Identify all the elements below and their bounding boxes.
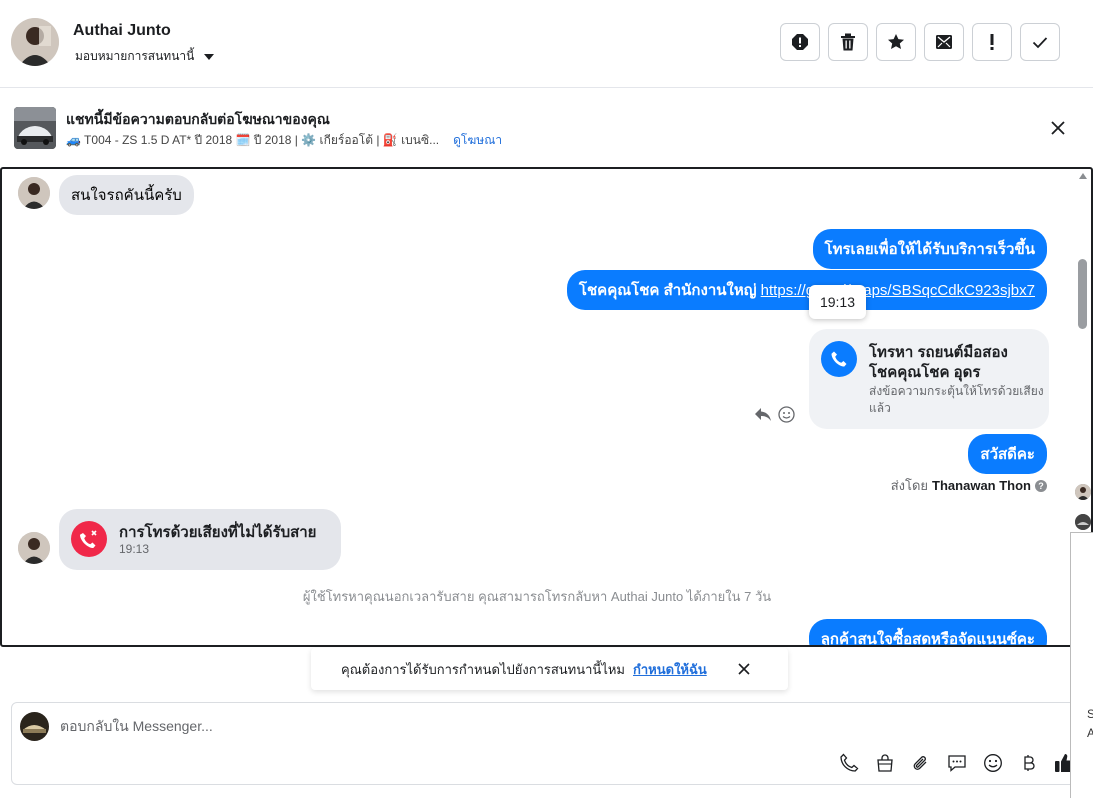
checkmark-icon (1032, 37, 1048, 49)
outgoing-message[interactable]: สวัสดีคะ (968, 434, 1047, 474)
baht-icon (1024, 755, 1035, 771)
mark-spam-button[interactable] (780, 23, 820, 61)
call-card-title: โทรหา รถยนต์มือสอง โชคคุณโชค อุดร (869, 344, 1008, 381)
view-ad-link[interactable]: ดูโฆษณา (453, 131, 502, 150)
saved-replies-icon (948, 755, 966, 772)
reminder-text: คุณต้องการได้รับการกำหนดไปยังการสนทนานี้… (341, 661, 625, 677)
assign-to-me-link[interactable]: กำหนดให้ฉัน (633, 659, 707, 680)
emoji-icon (984, 754, 1002, 772)
close-banner-button[interactable] (1049, 119, 1067, 137)
call-cta-card[interactable]: โทรหา รถยนต์มือสอง โชคคุณโชค อุดร ส่งข้อ… (809, 329, 1049, 429)
page-avatar (20, 712, 49, 741)
trash-icon (841, 33, 855, 51)
react-emoji-icon[interactable] (778, 406, 795, 423)
close-icon (1051, 121, 1065, 135)
assign-label: มอบหมายการสนทนานี้ (75, 49, 195, 63)
spam-icon (792, 34, 808, 50)
composer-toolbar (838, 752, 1076, 774)
saved-replies-button[interactable] (946, 752, 968, 774)
outgoing-message[interactable]: ลูกค้าสนใจซื้อสดหรือจัดแนนซ์คะ (808, 619, 1047, 645)
contact-avatar-small (18, 177, 50, 209)
phone-icon (821, 341, 857, 377)
help-icon[interactable]: ? (1035, 479, 1047, 492)
ad-banner-title: แชทนี้มีข้อความตอบกลับต่อโฆษณาของคุณ (66, 111, 330, 127)
message-text: โชคคุณโชค สำนักงานใหญ่ (578, 282, 761, 299)
call-card-subtitle: ส่งข้อความกระตุ้นให้โทรด้วยเสียงแล้ว (869, 384, 1044, 415)
assign-reminder-toast: คุณต้องการได้รับการกำหนดไปยังการสนทนานี้… (311, 648, 788, 690)
call-button[interactable] (838, 752, 860, 774)
mark-unread-icon (936, 35, 952, 49)
missed-call-card[interactable]: การโทรด้วยเสียงที่ไม่ได้รับสาย 19:13 (59, 509, 341, 570)
ad-reply-banner: แชทนี้มีข้อความตอบกลับต่อโฆษณาของคุณ 🚙 T… (0, 89, 1093, 167)
incoming-message[interactable]: สนใจรถคันนี้ครับ (59, 175, 194, 215)
sent-by-label: ส่งโดย Thanawan Thon ? (891, 475, 1047, 496)
side-panel-letter: S (1087, 707, 1093, 721)
side-chat-heads: S A (1070, 474, 1093, 798)
exclamation-icon (990, 34, 994, 50)
contact-avatar-small (18, 532, 50, 564)
contact-avatar[interactable] (11, 18, 59, 66)
maps-link[interactable]: https://goo.gl/maps/SBSqcCdkC923sjbx7 (761, 282, 1035, 299)
inbox-conversation-view: Authai Junto มอบหมายการสนทนานี้ แชทนี้มี… (0, 0, 1093, 798)
paperclip-icon (913, 756, 927, 770)
missed-call-icon (71, 521, 107, 557)
reply-icon[interactable] (754, 407, 772, 423)
outgoing-message[interactable]: โชคคุณโชค สำนักงานใหญ่ https://goo.gl/ma… (566, 270, 1047, 310)
reply-input[interactable] (60, 718, 760, 734)
timestamp-tooltip: 19:13 (809, 285, 866, 319)
emoji-button[interactable] (982, 752, 1004, 774)
shop-button[interactable] (874, 752, 896, 774)
shopping-bag-icon (877, 754, 893, 772)
close-icon (738, 663, 750, 675)
chat-head-avatar[interactable] (1075, 484, 1091, 500)
scroll-thumb[interactable] (1078, 259, 1087, 329)
ad-details: 🚙 T004 - ZS 1.5 D AT* ปี 2018 🗓️ ปี 2018… (66, 133, 440, 147)
scroll-up-arrow[interactable] (1079, 173, 1087, 179)
message-actions (754, 406, 795, 423)
sent-by-prefix: ส่งโดย (890, 478, 929, 493)
message-thread[interactable]: สนใจรถคันนี้ครับ โทรเลยเพื่อให้ได้รับบริ… (0, 167, 1093, 647)
conversation-header: Authai Junto มอบหมายการสนทนานี้ (0, 0, 1093, 88)
ad-thumbnail[interactable] (14, 107, 56, 149)
dismiss-reminder-button[interactable] (736, 661, 752, 677)
outgoing-message[interactable]: โทรเลยเพื่อให้ได้รับบริการเร็วขึ้น (812, 229, 1047, 269)
mark-done-button[interactable] (1020, 23, 1060, 61)
sender-name: Thanawan Thon (932, 478, 1031, 493)
system-note: ผู้ใช้โทรหาคุณนอกเวลารับสาย คุณสามารถโทร… (302, 589, 772, 604)
assign-conversation-dropdown[interactable]: มอบหมายการสนทนานี้ (75, 47, 215, 66)
side-panel-letter: A (1087, 726, 1093, 740)
contact-name[interactable]: Authai Junto (73, 22, 171, 40)
ad-details-row: 🚙 T004 - ZS 1.5 D AT* ปี 2018 🗓️ ปี 2018… (66, 131, 502, 150)
delete-button[interactable] (828, 23, 868, 61)
phone-icon (840, 753, 859, 772)
star-button[interactable] (876, 23, 916, 61)
side-panel-box (1070, 532, 1093, 798)
missed-call-time: 19:13 (119, 542, 150, 556)
missed-call-title: การโทรด้วยเสียงที่ไม่ได้รับสาย (119, 524, 317, 541)
reply-composer (11, 702, 1083, 785)
payment-button[interactable] (1018, 752, 1040, 774)
follow-up-button[interactable] (972, 23, 1012, 61)
star-icon (888, 34, 904, 49)
conversation-toolbar (780, 23, 1060, 61)
chat-head-avatar[interactable] (1075, 514, 1091, 530)
mark-unread-button[interactable] (924, 23, 964, 61)
caret-down-icon (204, 53, 215, 60)
attach-button[interactable] (910, 752, 932, 774)
